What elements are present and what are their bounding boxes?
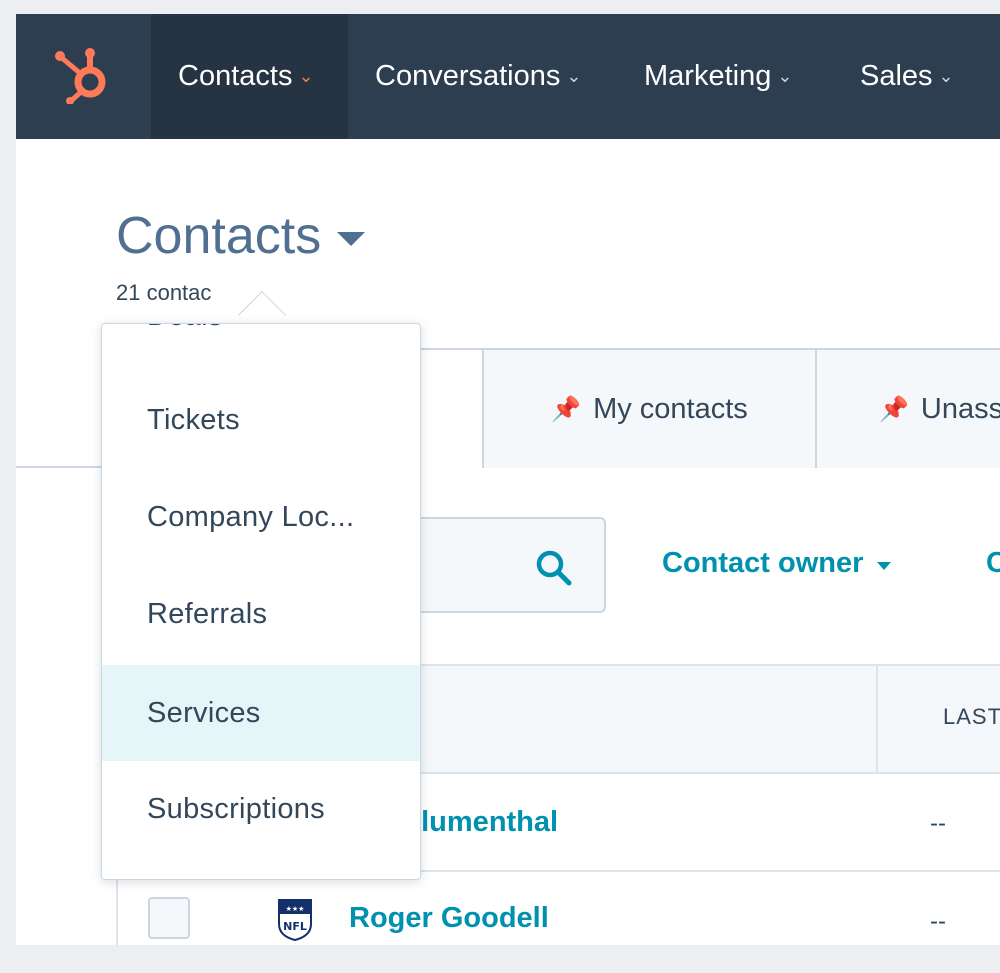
caret-down-icon <box>877 561 892 570</box>
tab-my-contacts[interactable]: 📌 My contacts <box>482 348 817 468</box>
next-filter-label: C <box>986 547 1000 579</box>
menu-item-label: Tickets <box>147 403 240 436</box>
menu-item-label: Subscriptions <box>147 792 325 825</box>
nav-conversations-label: Conversations <box>375 60 561 92</box>
caret-down-icon <box>337 232 366 246</box>
column-divider[interactable] <box>876 664 878 774</box>
column-header-last[interactable]: LAST <box>943 704 1000 730</box>
nav-marketing-label: Marketing <box>644 60 772 92</box>
nav-marketing[interactable]: Marketing ⌄ <box>644 14 792 139</box>
menu-item-tickets[interactable]: Tickets <box>102 372 420 468</box>
hubspot-logo-icon[interactable] <box>50 44 110 104</box>
table-row <box>116 872 1000 945</box>
menu-item-subscriptions[interactable]: Subscriptions <box>102 761 420 857</box>
contact-name-link[interactable]: Roger Goodell <box>349 902 549 935</box>
search-icon[interactable] <box>534 548 574 588</box>
row-checkbox[interactable] <box>148 897 190 939</box>
tab-my-contacts-label: My contacts <box>593 392 748 425</box>
contact-owner-filter-label: Contact owner <box>662 547 864 579</box>
chevron-down-icon: ⌄ <box>938 66 954 86</box>
menu-item-referrals[interactable]: Referrals <box>102 566 420 662</box>
menu-item-label: Deals <box>147 324 223 333</box>
tab-unassigned-label: Unass <box>920 392 1000 425</box>
pin-icon: 📌 <box>551 395 582 423</box>
menu-item-label: Services <box>147 696 261 729</box>
menu-item-label: Company Loc... <box>147 500 355 533</box>
menu-item-services[interactable]: Services <box>102 665 420 761</box>
app-frame: Contacts ⌄ Conversations ⌄ Marketing ⌄ S… <box>16 14 1000 945</box>
svg-text:★★★: ★★★ <box>286 905 305 913</box>
cell-last: -- <box>930 810 946 837</box>
nav-contacts[interactable]: Contacts ⌄ <box>151 14 348 139</box>
page-title: Contacts <box>116 207 322 265</box>
pin-icon: 📌 <box>879 395 909 423</box>
cell-last: -- <box>930 908 946 935</box>
tab-unassigned[interactable]: 📌 Unass <box>815 348 1000 468</box>
menu-item-deals[interactable]: Deals <box>102 324 420 364</box>
svg-text:NFL: NFL <box>283 920 307 933</box>
contact-owner-filter[interactable]: Contact owner <box>662 547 892 580</box>
menu-item-company-locations[interactable]: Company Loc... <box>102 469 420 565</box>
next-filter[interactable]: C <box>986 547 1000 580</box>
chevron-down-icon: ⌄ <box>777 66 793 86</box>
object-switcher-dropdown: Deals Tickets Company Loc... Referrals S… <box>101 323 421 880</box>
chevron-down-icon: ⌄ <box>298 66 314 86</box>
nav-conversations[interactable]: Conversations ⌄ <box>375 14 581 139</box>
nav-sales-label: Sales <box>860 60 933 92</box>
nav-contacts-label: Contacts <box>178 60 293 92</box>
menu-item-label: Referrals <box>147 597 268 630</box>
chevron-down-icon: ⌄ <box>566 66 582 86</box>
object-switcher-button[interactable]: Contacts <box>116 206 366 266</box>
record-count: 21 contac <box>116 280 212 305</box>
nav-sales[interactable]: Sales ⌄ <box>860 14 954 139</box>
nfl-shield-icon: ★★★ NFL <box>278 899 312 942</box>
top-navigation-bar: Contacts ⌄ Conversations ⌄ Marketing ⌄ S… <box>16 14 1000 139</box>
